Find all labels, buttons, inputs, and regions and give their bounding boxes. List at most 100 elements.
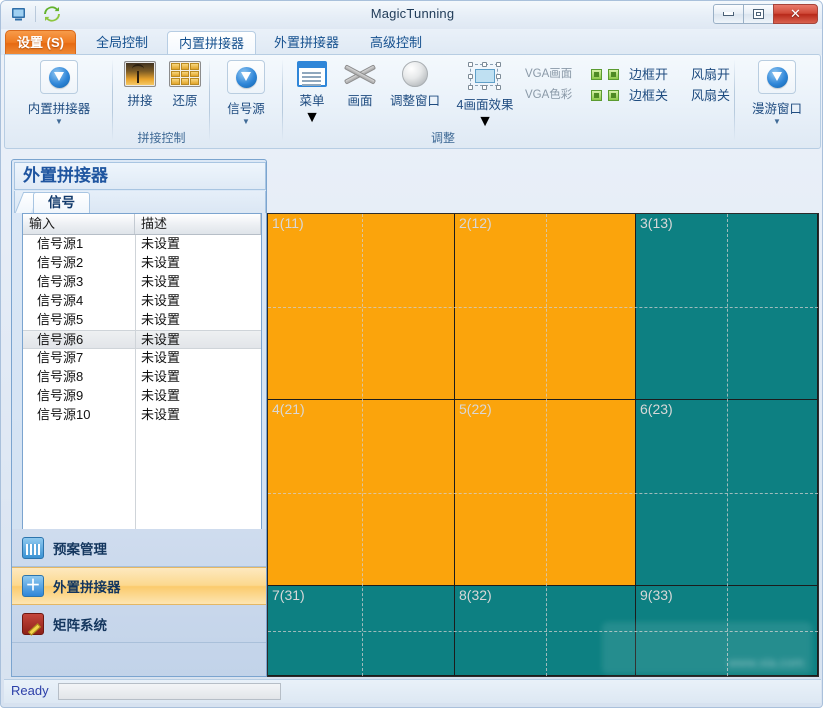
cell-input: 信号源9	[37, 388, 84, 403]
border-off-label[interactable]: 边框关	[629, 85, 668, 104]
vga-picture-label: VGA画面	[525, 68, 573, 80]
four-screen-effect-button[interactable]: 4画面效果 ▼	[449, 61, 521, 131]
blue-download-icon	[40, 60, 78, 94]
tab-settings[interactable]: 设置 (S)	[5, 30, 76, 55]
sidebar-item-preset[interactable]: 预案管理	[12, 529, 266, 567]
cell-input: 信号源10	[37, 407, 91, 422]
border-on-icon-a[interactable]	[591, 66, 602, 84]
blue-download-icon	[758, 60, 796, 94]
splice-control-group-label: 拼接控制	[137, 131, 186, 145]
blue-download-icon	[227, 60, 265, 94]
signal-source-button[interactable]: 信号源 ▼	[214, 60, 278, 126]
wall-cell-label: 9(33)	[640, 587, 673, 603]
fan-off-label[interactable]: 风扇关	[691, 85, 730, 104]
cell-input: 信号源3	[37, 274, 84, 289]
wall-dashed-guide	[361, 214, 363, 676]
signal-source-label: 信号源	[227, 102, 265, 116]
table-row[interactable]: 信号源9 未设置	[23, 387, 261, 406]
chevron-down-icon[interactable]: ▼	[19, 118, 99, 126]
cell-input: 信号源8	[37, 369, 84, 384]
menu-list-icon	[297, 61, 327, 87]
table-row[interactable]: 信号源5 未设置	[23, 311, 261, 330]
cell-description: 未设置	[141, 236, 181, 251]
restore-label: 还原	[172, 94, 198, 108]
tab-advanced-control[interactable]: 高级控制	[359, 31, 433, 55]
title-bar: MagicTunning ✕	[1, 1, 822, 29]
panel-tab-strip: 信号	[14, 191, 266, 213]
picture-button[interactable]: 画面	[337, 61, 383, 109]
chevron-down-icon[interactable]: ▼	[214, 118, 278, 126]
vga-color-label: VGA色彩	[525, 89, 573, 101]
splice-button[interactable]: 拼接	[118, 61, 162, 109]
left-navigation: 预案管理 外置拼接器 矩阵系统	[11, 529, 267, 677]
minimize-button[interactable]	[713, 4, 744, 24]
ribbon: 内置拼接器 ▼ 拼接 还原 拼接控制 信号源 ▼ 菜单 ▼ 画面 调整窗口 4画…	[4, 54, 821, 149]
panel-tab-signal[interactable]: 信号	[33, 192, 90, 213]
window-controls: ✕	[713, 4, 818, 24]
video-wall-grid[interactable]: 1(11) 2(12) 3(13) 4(21) 5(22) 6(23) 7(31) 8(32)…	[267, 213, 819, 677]
table-row[interactable]: 信号源8 未设置	[23, 368, 261, 387]
status-bar: Ready	[4, 679, 821, 703]
cell-description: 未设置	[141, 274, 181, 289]
cell-description: 未设置	[141, 369, 181, 384]
tab-external-splicer[interactable]: 外置拼接器	[263, 31, 350, 55]
wall-cell-label: 7(31)	[272, 587, 305, 603]
roaming-window-label: 漫游窗口	[751, 102, 802, 116]
wall-cell-label: 8(32)	[459, 587, 492, 603]
roaming-window-button[interactable]: 漫游窗口 ▼	[743, 60, 811, 126]
chevron-down-icon[interactable]: ▼	[743, 118, 811, 126]
ribbon-group-internal-splicer: 内置拼接器 ▼	[5, 55, 113, 148]
wall-cell-label: 6(23)	[640, 401, 673, 417]
restore-button[interactable]: 还原	[163, 61, 207, 109]
tab-internal-splicer[interactable]: 内置拼接器	[167, 31, 257, 55]
minimize-icon	[723, 12, 734, 16]
border-off-icon-b[interactable]	[608, 87, 619, 105]
border-on-icon-b[interactable]	[608, 66, 619, 84]
sphere-icon	[402, 61, 428, 87]
table-header: 输入 描述	[23, 214, 261, 235]
column-header-input[interactable]: 输入	[23, 214, 135, 234]
tab-global-control[interactable]: 全局控制	[85, 31, 159, 55]
adjust-window-button[interactable]: 调整窗口	[384, 61, 446, 109]
sidebar-item-external-splicer[interactable]: 外置拼接器	[12, 567, 266, 605]
status-text: Ready	[11, 683, 49, 698]
cell-input: 信号源2	[37, 255, 84, 270]
adjust-group-label: 调整	[430, 131, 455, 145]
menu-button[interactable]: 菜单 ▼	[289, 61, 335, 127]
cell-description: 未设置	[141, 388, 181, 403]
picture-cross-icon	[343, 61, 377, 87]
cell-description: 未设置	[141, 293, 181, 308]
table-row[interactable]: 信号源6 未设置	[23, 330, 261, 349]
cell-description: 未设置	[141, 350, 181, 365]
splice-image-icon	[124, 61, 156, 87]
preset-calendar-icon	[22, 536, 44, 559]
sidebar-item-matrix-system[interactable]: 矩阵系统	[12, 605, 266, 643]
four-screen-effect-label: 4画面效果	[456, 98, 514, 112]
wall-dashed-guide	[268, 493, 818, 494]
table-row[interactable]: 信号源2 未设置	[23, 254, 261, 273]
wall-dashed-guide	[268, 307, 818, 308]
border-off-icon-a[interactable]	[591, 87, 602, 105]
wall-dashed-guide	[268, 631, 818, 632]
table-row[interactable]: 信号源7 未设置	[23, 349, 261, 368]
table-row[interactable]: 信号源3 未设置	[23, 273, 261, 292]
internal-splicer-button[interactable]: 内置拼接器 ▼	[19, 60, 99, 126]
border-on-label[interactable]: 边框开	[629, 64, 668, 83]
restore-grid-icon	[169, 61, 201, 87]
table-row[interactable]: 信号源10 未设置	[23, 406, 261, 425]
table-row[interactable]: 信号源1 未设置	[23, 235, 261, 254]
adjust-window-label: 调整窗口	[389, 94, 440, 108]
ribbon-group-splice-control: 拼接 还原 拼接控制	[113, 55, 210, 148]
cell-description: 未设置	[141, 332, 181, 347]
table-row[interactable]: 信号源4 未设置	[23, 292, 261, 311]
maximize-icon	[753, 9, 764, 19]
chevron-down-icon[interactable]: ▼	[289, 109, 335, 127]
maximize-button[interactable]	[743, 4, 774, 24]
panel-title: 外置拼接器	[14, 162, 266, 190]
close-button[interactable]: ✕	[773, 4, 818, 24]
wall-cell-label: 3(13)	[640, 215, 673, 231]
column-header-description[interactable]: 描述	[135, 214, 261, 234]
fan-on-label[interactable]: 风扇开	[691, 64, 730, 83]
ribbon-group-signal-source: 信号源 ▼	[210, 55, 283, 148]
status-progress-box	[58, 683, 281, 700]
